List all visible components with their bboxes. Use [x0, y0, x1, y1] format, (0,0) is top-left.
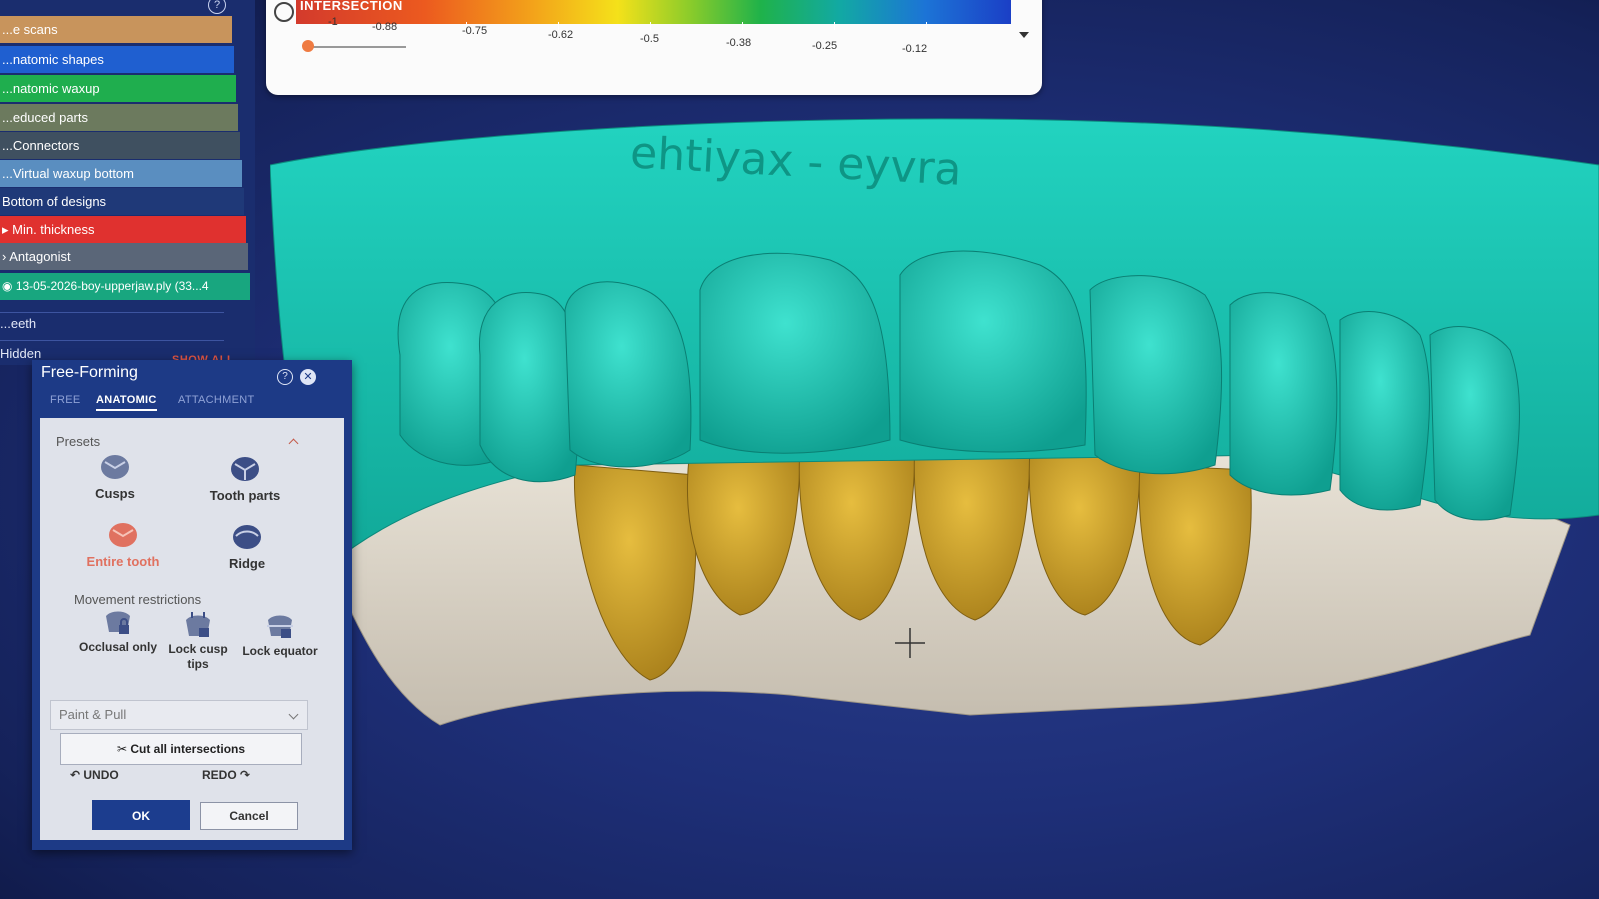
dental-3d-viewport[interactable]: ehtiyax - eyvra	[270, 95, 1599, 745]
undo-icon: ↶	[70, 768, 84, 782]
free-forming-dialog: Free-Forming ? ✕ FREE ANATOMIC ATTACHMEN…	[32, 360, 352, 850]
restriction-occlusal-only[interactable]: Occlusal only	[78, 610, 158, 655]
mode-select[interactable]: Paint & Pull	[50, 700, 308, 730]
redo-button[interactable]: REDO ↷	[202, 768, 250, 782]
scale-tick-label: -0.12	[902, 43, 928, 55]
undo-button[interactable]: ↶ UNDO	[70, 768, 119, 782]
chevron-up-icon[interactable]	[288, 438, 299, 449]
scale-tick-label: -0.75	[462, 25, 488, 37]
tooth[interactable]	[899, 250, 1087, 453]
scale-tick	[834, 22, 835, 30]
scale-tick-label: -0.25	[812, 40, 838, 52]
layer-row[interactable]: Bottom of designs	[0, 188, 244, 215]
chevron-down-icon[interactable]	[1019, 32, 1029, 38]
gauge-icon[interactable]	[274, 2, 294, 22]
layer-row[interactable]: ...natomic waxup	[0, 75, 236, 102]
redo-icon: ↷	[236, 768, 251, 782]
scale-tick-label: -0.5	[640, 33, 659, 45]
tooth[interactable]	[1339, 311, 1430, 511]
layer-row[interactable]: ◉ 13-05-2026-boy-upperjaw.ply (33...4	[0, 273, 250, 300]
cancel-button[interactable]: Cancel	[200, 802, 298, 830]
divider	[0, 312, 224, 313]
scale-tick	[926, 22, 927, 30]
cusps-icon	[101, 455, 129, 479]
tab-anatomic[interactable]: ANATOMIC	[96, 394, 157, 411]
layer-panel: ? ...e scans ...natomic shapes ...natomi…	[0, 0, 255, 366]
tooth[interactable]	[1089, 275, 1223, 475]
entire-tooth-icon	[109, 523, 137, 547]
layer-row[interactable]: ...educed parts	[0, 104, 238, 131]
tab-free[interactable]: FREE	[50, 394, 81, 406]
scale-tick-label: -0.38	[726, 37, 752, 49]
restriction-lock-cusp-tips[interactable]: Lock cusp tips	[158, 612, 238, 672]
chevron-right-icon: ▸	[2, 222, 13, 237]
tooth[interactable]	[699, 252, 891, 454]
layer-row[interactable]: ...Connectors	[0, 132, 240, 159]
dialog-body: Presets Cusps Tooth parts Entire tooth R…	[40, 418, 344, 840]
close-icon[interactable]: ✕	[300, 369, 316, 385]
layer-row[interactable]: ...natomic shapes	[0, 46, 234, 73]
scale-tick-label: -0.62	[548, 29, 574, 41]
scale-gradient	[296, 0, 1011, 24]
restriction-lock-equator[interactable]: Lock equator	[240, 614, 320, 659]
tooth-parts-icon	[231, 457, 259, 481]
preset-cusps[interactable]: Cusps	[70, 454, 160, 501]
teeth-label: ...eeth	[0, 316, 37, 331]
intersection-scale: INTERSECTION -1 -0.88 -0.75 -0.62 -0.5 -…	[266, 0, 1042, 95]
chevron-down-icon	[288, 709, 299, 720]
ridge-icon	[233, 525, 261, 549]
eye-icon: ◉	[2, 279, 16, 293]
cut-all-intersections-button[interactable]: ✂ Cut all intersections	[60, 733, 302, 765]
tooth[interactable]	[1429, 326, 1520, 521]
scale-tick-label: -0.88	[372, 21, 398, 33]
cusp-tips-lock-icon	[186, 612, 210, 637]
preset-ridge[interactable]: Ridge	[202, 524, 292, 571]
scissors-icon: ✂	[116, 742, 131, 756]
layer-row[interactable]: › Antagonist	[0, 243, 248, 270]
scale-title: INTERSECTION	[300, 0, 403, 13]
preset-entire-tooth[interactable]: Entire tooth	[78, 522, 168, 569]
tooth[interactable]	[1229, 292, 1338, 496]
scale-tick	[650, 22, 651, 30]
scale-tick-label: -1	[328, 16, 338, 28]
preset-tooth-parts[interactable]: Tooth parts	[200, 456, 290, 503]
ok-button[interactable]: OK	[92, 800, 190, 830]
threshold-slider-handle[interactable]	[302, 40, 314, 52]
equator-lock-icon	[267, 615, 293, 638]
scale-tick	[742, 22, 743, 30]
dialog-title: Free-Forming	[41, 364, 138, 381]
layer-row[interactable]: ...e scans	[0, 16, 232, 43]
layer-row[interactable]: ▸ Min. thickness	[0, 216, 246, 243]
help-circle-icon[interactable]: ?	[208, 0, 226, 14]
divider	[0, 340, 224, 341]
help-icon[interactable]: ?	[277, 369, 293, 385]
tab-attachment[interactable]: ATTACHMENT	[178, 394, 255, 406]
layer-row[interactable]: ...Virtual waxup bottom	[0, 160, 242, 187]
threshold-slider-track[interactable]	[306, 46, 406, 48]
tooth[interactable]	[478, 292, 581, 483]
occlusal-lock-icon	[106, 611, 130, 634]
hidden-label: Hidden	[0, 346, 42, 361]
presets-label: Presets	[56, 434, 101, 449]
movement-restrictions-label: Movement restrictions	[74, 592, 202, 607]
